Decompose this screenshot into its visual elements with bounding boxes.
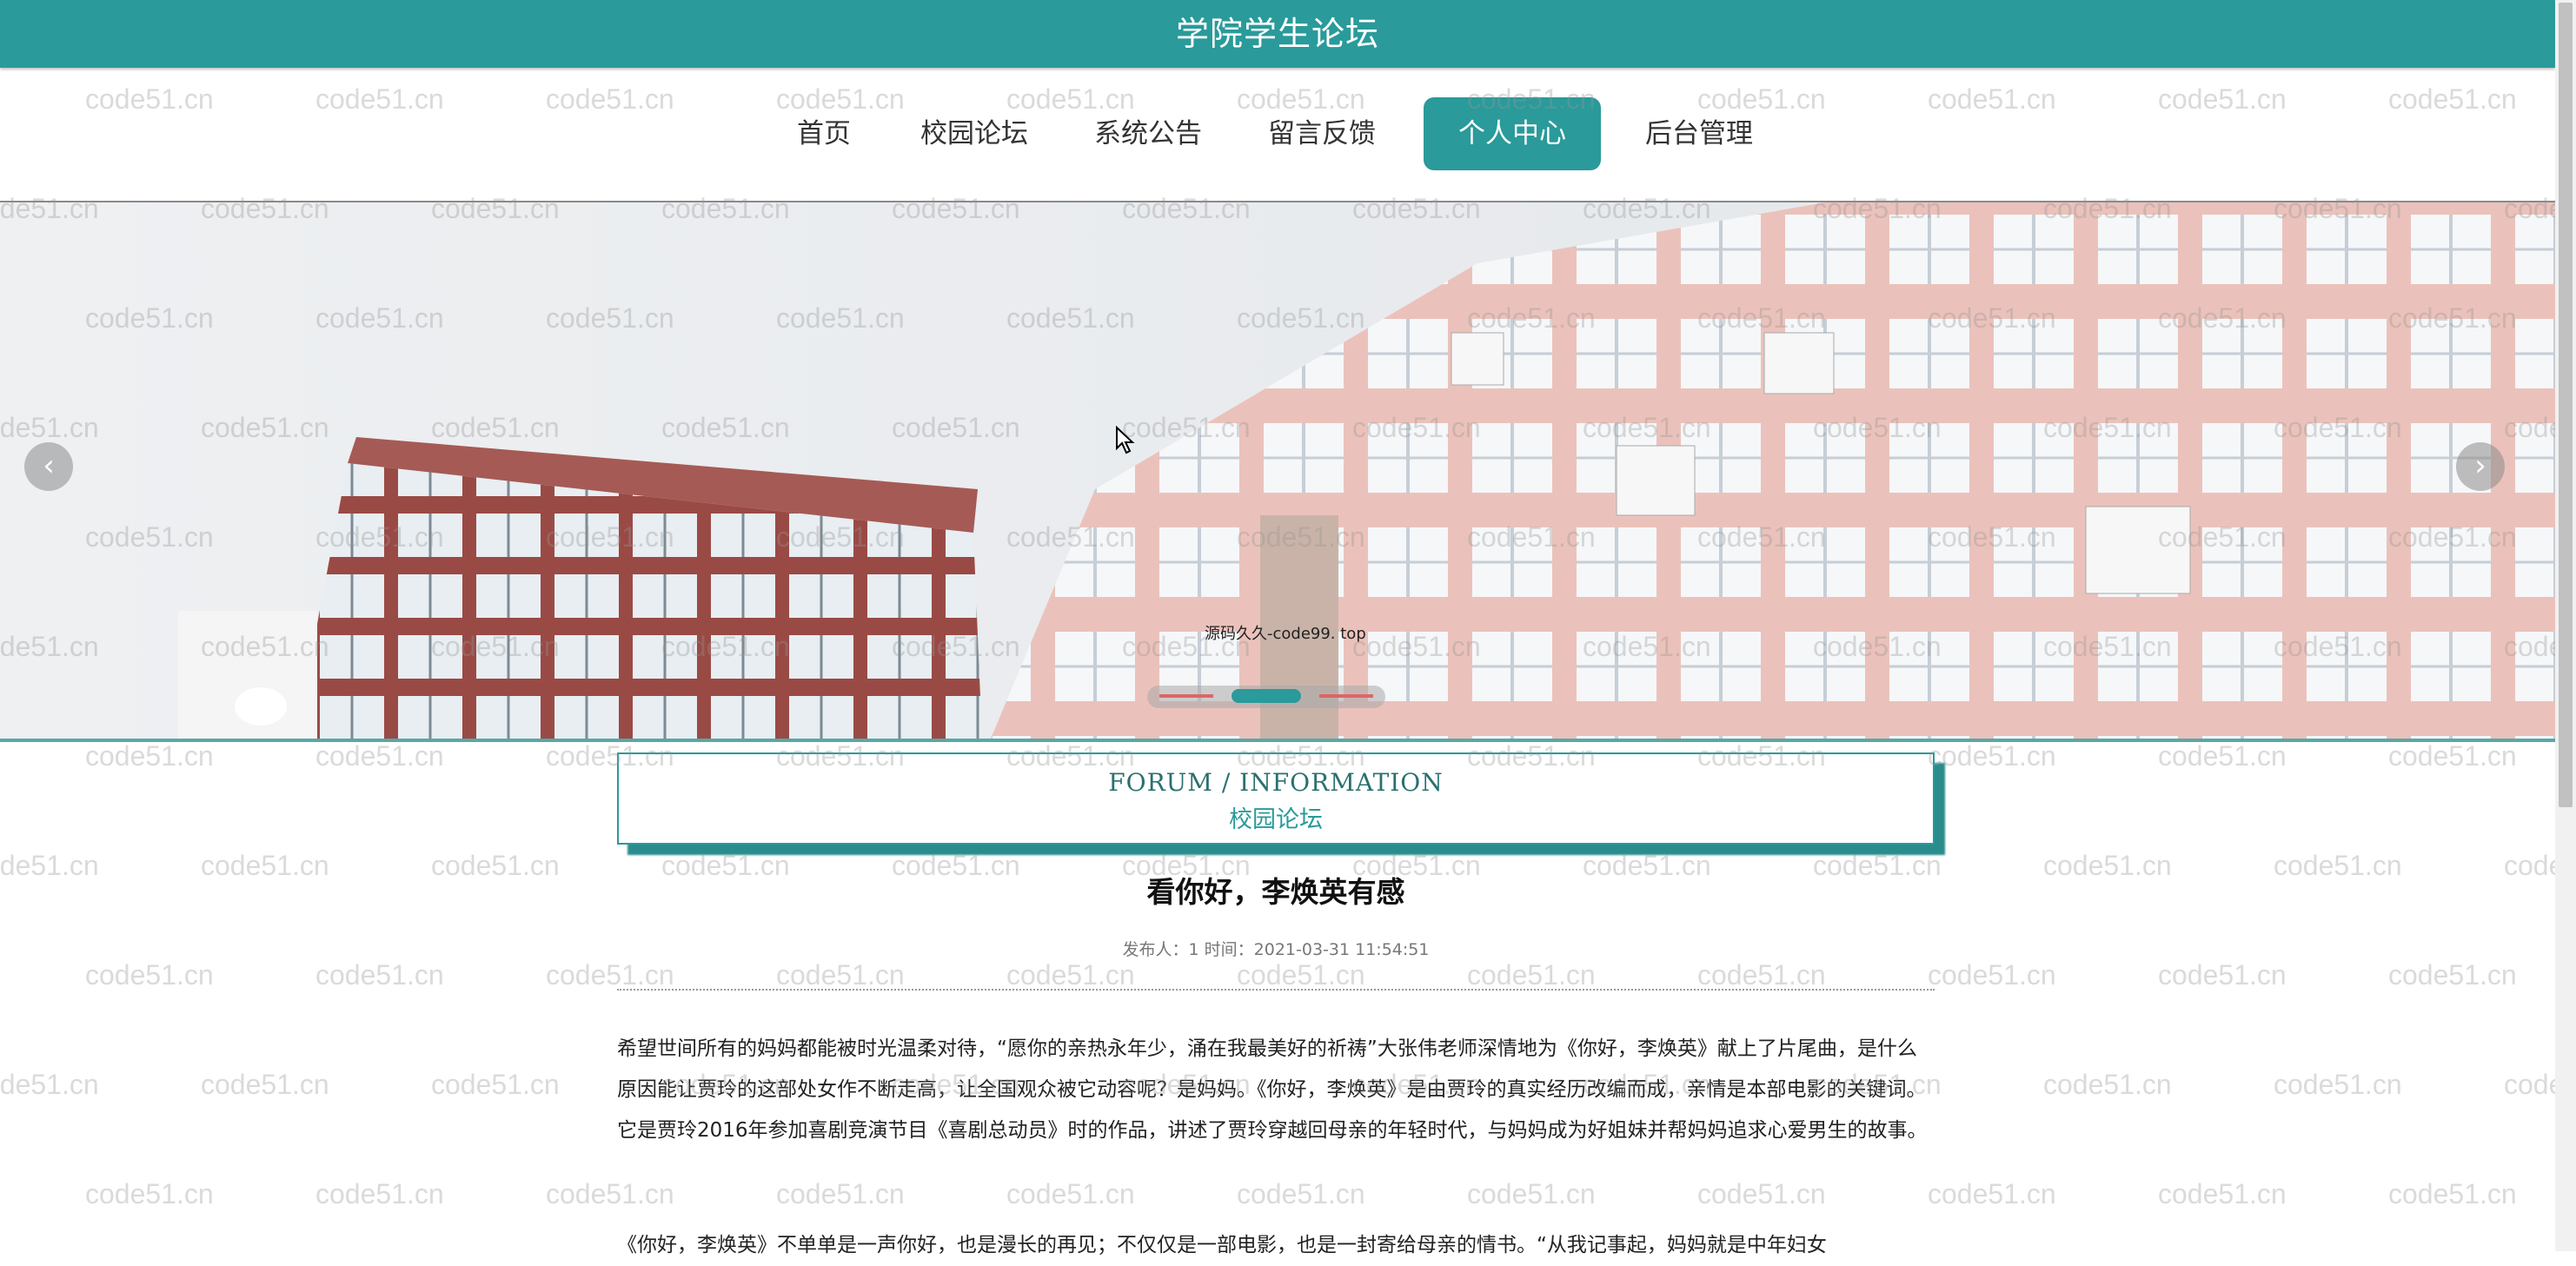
article-divider: [617, 989, 1935, 991]
carousel-next-button[interactable]: ›: [2456, 442, 2505, 491]
banner-carousel[interactable]: ‹ › 源码久久-code99. top: [0, 202, 2555, 739]
watermark-text: code51.cn: [1928, 1178, 2056, 1210]
watermark-text: code51.cn: [2158, 1178, 2287, 1210]
nav-item-personal-center[interactable]: 个人中心: [1424, 97, 1601, 170]
watermark-text: code51.cn: [85, 740, 214, 772]
banner-image: [0, 202, 2555, 739]
carousel-dot[interactable]: [1319, 694, 1373, 698]
nav-item-feedback[interactable]: 留言反馈: [1257, 97, 1387, 170]
watermark-text: code51.cn: [315, 740, 444, 772]
watermark-text: code51.cn: [1697, 1178, 1826, 1210]
nav-item-forum[interactable]: 校园论坛: [909, 97, 1039, 170]
carousel-indicators: [1147, 686, 1385, 708]
watermark-text: code51.cn: [431, 850, 560, 881]
watermark-text: code51.cn: [315, 1178, 444, 1210]
watermark-text: code51.cn: [1237, 959, 1365, 991]
watermark-text: code51.cn: [546, 1178, 674, 1210]
watermark-text: code51.cn: [315, 959, 444, 991]
watermark-text: code51.cn: [2274, 850, 2402, 881]
carousel-prev-button[interactable]: ‹: [24, 442, 73, 491]
section-title-cn: 校园论坛: [1229, 806, 1323, 833]
main-nav: 首页 校园论坛 系统公告 留言反馈 个人中心 后台管理: [0, 96, 2555, 174]
watermark-text: code51.cn: [85, 959, 214, 991]
watermark-text: code51.cn: [2274, 1069, 2402, 1100]
watermark-text: code51.cn: [201, 850, 329, 881]
article-paragraph: 希望世间所有的妈妈都能被时光温柔对待，“愿你的亲热永年少，涌在我最美好的祈祷”大…: [617, 1037, 1928, 1142]
watermark-text: code51.cn: [201, 1069, 329, 1100]
watermark-text: code51.cn: [1006, 959, 1135, 991]
watermark-text: code51.cn: [2388, 959, 2517, 991]
banner-caption: 源码久久-code99. top: [1205, 625, 1366, 643]
carousel-dot-active[interactable]: [1232, 689, 1301, 703]
watermark-text: code51.cn: [776, 959, 905, 991]
article-paragraph: 《你好，李焕英》不单单是一声你好，也是漫长的再见；不仅仅是一部电影，也是一封寄给…: [617, 1234, 1827, 1256]
watermark-text: code51.cn: [2043, 1069, 2172, 1100]
watermark-text: code51.cn: [1237, 1178, 1365, 1210]
carousel-dot[interactable]: [1159, 694, 1213, 698]
page-scrollbar[interactable]: [2555, 0, 2576, 1251]
mouse-cursor-icon: [1116, 426, 1135, 454]
watermark-text: code51.cn: [2158, 740, 2287, 772]
watermark-text: code51.cn: [1697, 959, 1826, 991]
watermark-text: code51.cn: [2388, 740, 2517, 772]
section-header: FORUM / INFORMATION 校园论坛: [617, 752, 1935, 845]
watermark-text: code51.cn: [776, 1178, 905, 1210]
nav-item-home[interactable]: 首页: [782, 97, 866, 170]
scrollbar-thumb[interactable]: [2559, 3, 2573, 807]
banner-divider: [0, 739, 2555, 742]
watermark-text: code51.cn: [1928, 740, 2056, 772]
site-title: 学院学生论坛: [1175, 15, 1379, 53]
watermark-text: code51.cn: [1928, 959, 2056, 991]
nav-item-admin[interactable]: 后台管理: [1634, 97, 1764, 170]
watermark-text: code51.cn: [0, 850, 99, 881]
watermark-text: code51.cn: [85, 1178, 214, 1210]
watermark-text: code51.cn: [2388, 1178, 2517, 1210]
watermark-text: code51.cn: [2043, 850, 2172, 881]
article-meta: 发布人：1 时间：2021-03-31 11:54:51: [1122, 940, 1430, 959]
watermark-text: code51.cn: [431, 1069, 560, 1100]
site-header: 学院学生论坛: [0, 0, 2555, 68]
watermark-text: code51.cn: [1467, 1178, 1596, 1210]
section-title-en: FORUM / INFORMATION: [1108, 768, 1444, 797]
watermark-text: code51.cn: [0, 1069, 99, 1100]
chevron-right-icon: ›: [2474, 448, 2486, 483]
article-title: 看你好，李焕英有感: [1146, 875, 1405, 909]
watermark-text: code51.cn: [1006, 1178, 1135, 1210]
nav-item-announcements[interactable]: 系统公告: [1083, 97, 1213, 170]
watermark-text: code51.cn: [546, 959, 674, 991]
watermark-text: code51.cn: [2158, 959, 2287, 991]
watermark-text: code51.cn: [1467, 959, 1596, 991]
chevron-left-icon: ‹: [43, 448, 55, 483]
